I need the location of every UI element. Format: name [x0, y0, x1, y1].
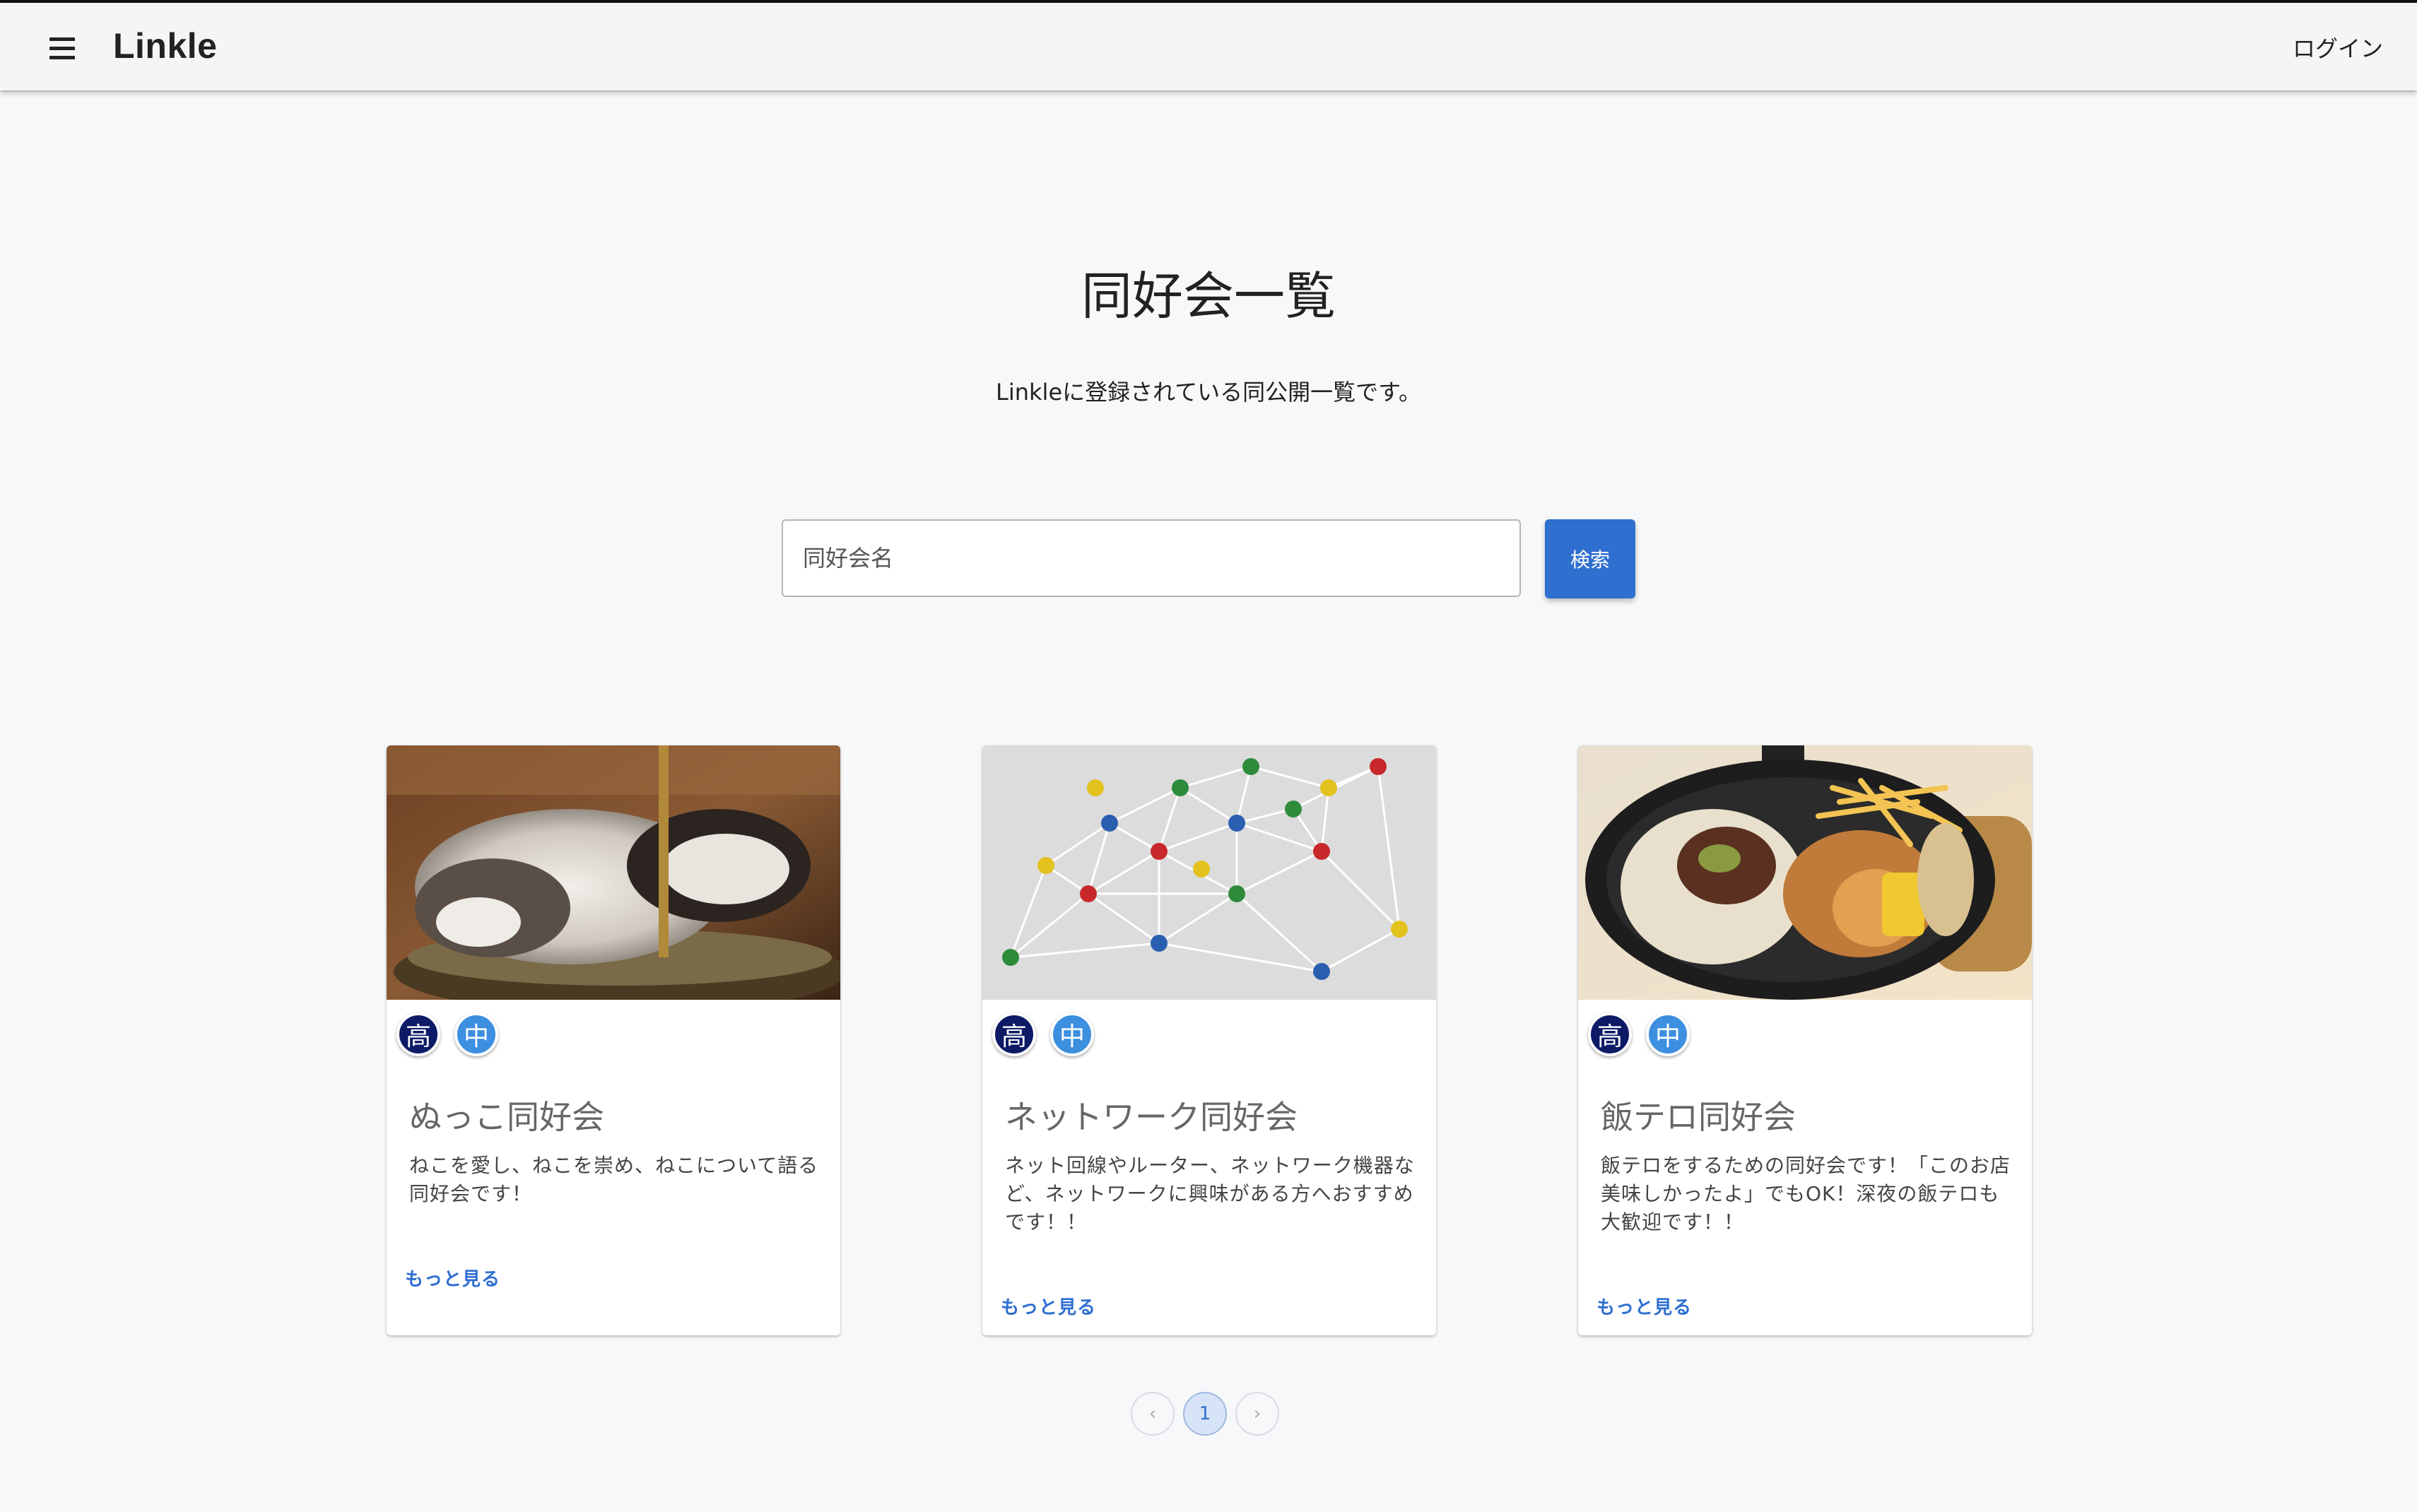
middle-school-badge: 中 [1646, 1012, 1690, 1056]
food-skillet-image [1578, 745, 2032, 1000]
card-description: ネット回線やルーター、ネットワーク機器など、ネットワークに興味がある方へおすすめ… [1005, 1154, 1415, 1234]
card-title: ネットワーク同好会 [1005, 1098, 1298, 1136]
page-description: Linkleに登録されている同公開一覧です。 [996, 379, 1421, 406]
see-more-link[interactable]: もっと見る [1596, 1293, 1692, 1319]
chevron-right-icon[interactable]: › [1235, 1392, 1279, 1436]
card-title: ぬっこ同好会 [409, 1098, 604, 1136]
card-description: 飯テロをするための同好会です！「このお店美味しかったよ」でもOK！深夜の飯テロも… [1601, 1154, 2011, 1234]
login-button[interactable]: ログイン [2293, 31, 2383, 64]
brand-logo[interactable]: Linkle [113, 25, 217, 66]
club-card: 高 中 ぬっこ同好会 ねこを愛し、ねこを崇め、ねこについて語る同好会です！ もっ… [387, 745, 840, 1335]
network-pins-image [982, 745, 1436, 1000]
high-school-badge: 高 [396, 1012, 440, 1056]
search-input[interactable] [783, 521, 1519, 596]
high-school-badge: 高 [992, 1012, 1036, 1056]
page-button-current[interactable]: 1 [1183, 1392, 1227, 1436]
see-more-link[interactable]: もっと見る [405, 1265, 500, 1291]
see-more-link[interactable]: もっと見る [1001, 1293, 1096, 1319]
pagination: ‹ 1 › [1131, 1392, 1279, 1436]
card-description: ねこを愛し、ねこを崇め、ねこについて語る同好会です！ [409, 1154, 819, 1205]
sleeping-cat-image [387, 745, 840, 1000]
badge-group: 高 中 [1588, 1012, 1690, 1056]
card-title: 飯テロ同好会 [1601, 1098, 1796, 1136]
badge-group: 高 中 [396, 1012, 498, 1056]
chevron-left-icon[interactable]: ‹ [1131, 1392, 1175, 1436]
middle-school-badge: 中 [454, 1012, 498, 1056]
middle-school-badge: 中 [1050, 1012, 1094, 1056]
club-card: 高 中 ネットワーク同好会 ネット回線やルーター、ネットワーク機器など、ネットワ… [982, 745, 1436, 1335]
high-school-badge: 高 [1588, 1012, 1632, 1056]
search-field [782, 519, 1521, 597]
badge-group: 高 中 [992, 1012, 1094, 1056]
club-card: 高 中 飯テロ同好会 飯テロをするための同好会です！「このお店美味しかったよ」で… [1578, 745, 2032, 1335]
search-button[interactable]: 検索 [1545, 519, 1635, 598]
app-bar: Linkle ログイン [0, 3, 2417, 90]
hamburger-menu-icon[interactable] [44, 30, 81, 66]
page-title: 同好会一覧 [1081, 266, 1336, 326]
